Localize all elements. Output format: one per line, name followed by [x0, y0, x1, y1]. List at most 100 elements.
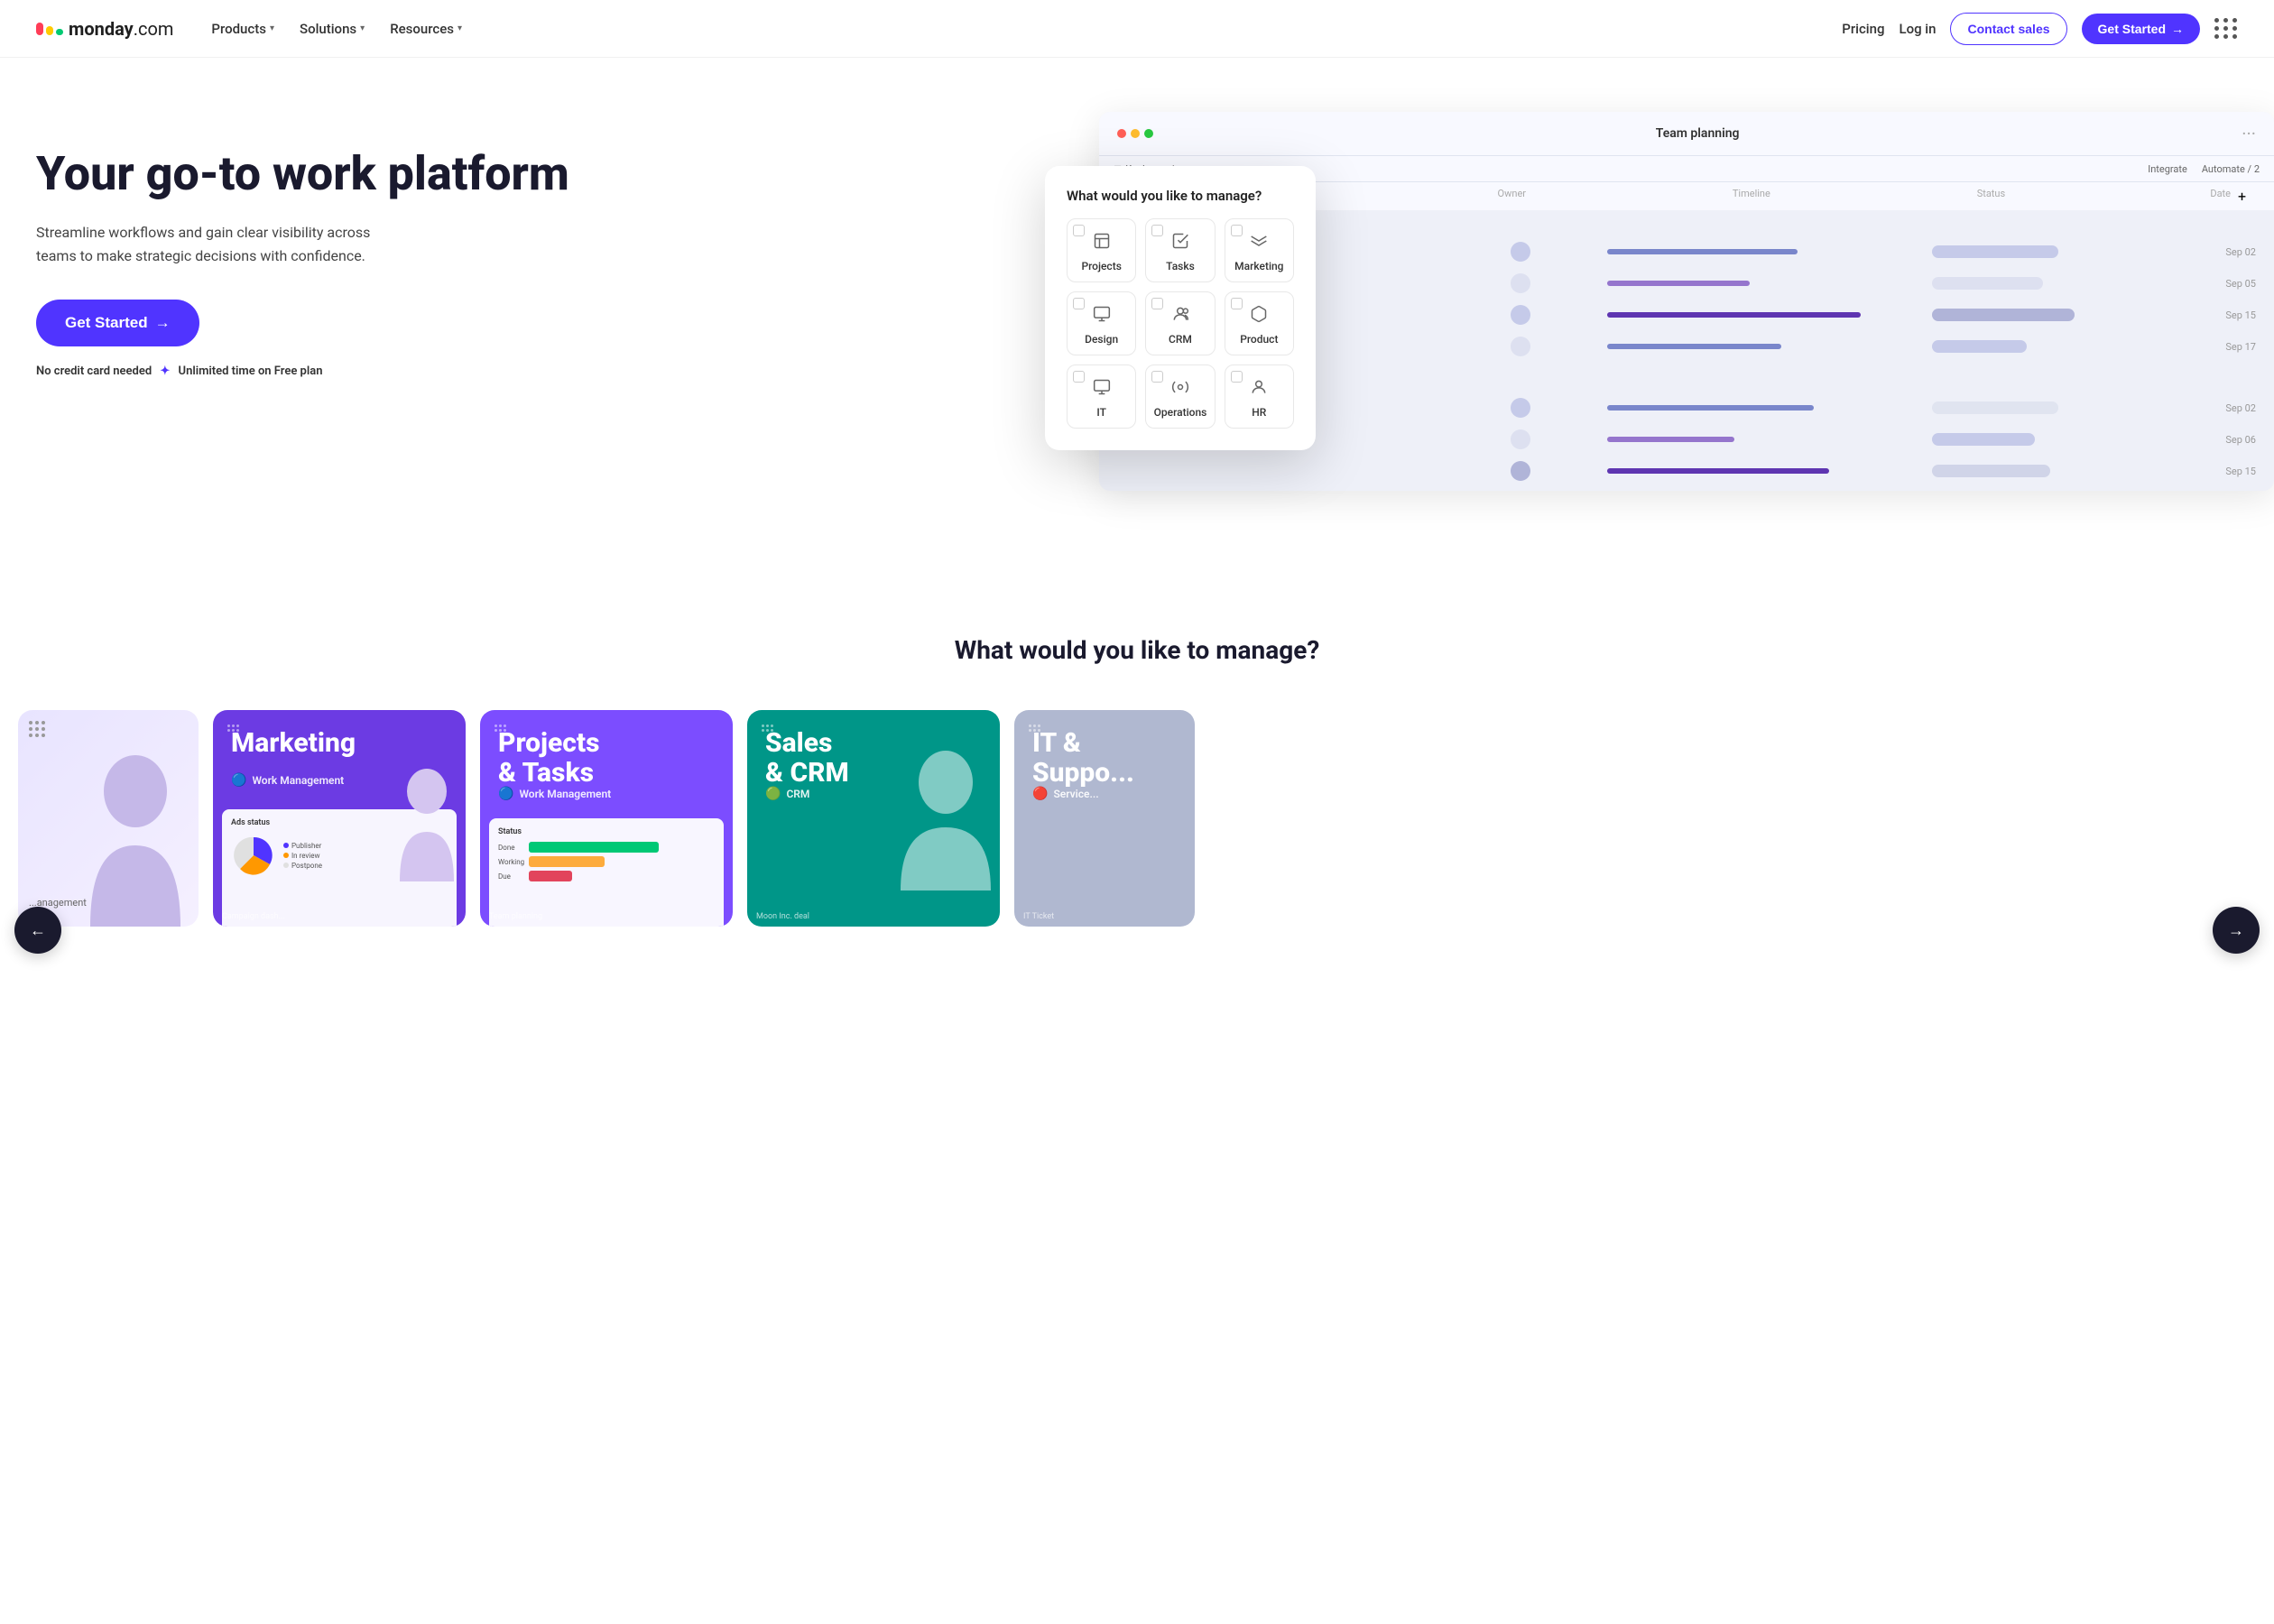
col-add[interactable]: +: [2238, 188, 2256, 205]
nav-item-resources[interactable]: Resources ▾: [381, 15, 471, 42]
maximize-dot: [1144, 129, 1153, 138]
status-pill: [1932, 277, 2043, 290]
modal-item-hr[interactable]: HR: [1225, 364, 1294, 429]
modal-item-product[interactable]: Product: [1225, 291, 1294, 355]
timeline-bar: [1607, 468, 1829, 474]
board-window-dots: [1117, 129, 1153, 138]
avatar: [1511, 273, 1530, 293]
row-status: [1932, 340, 2091, 353]
status-pill: [1932, 465, 2051, 477]
board-actions: Integrate Automate / 2: [2148, 163, 2260, 175]
pricing-link[interactable]: Pricing: [1842, 21, 1884, 37]
get-started-hero-button[interactable]: Get Started →: [36, 300, 199, 346]
contact-sales-button[interactable]: Contact sales: [1950, 13, 2066, 45]
checkbox-icon: [1151, 298, 1163, 309]
timeline-bar: [1607, 437, 1734, 442]
modal-item-operations[interactable]: Operations: [1145, 364, 1215, 429]
sales-card-subtitle: 🟢 CRM: [765, 787, 809, 801]
grid-dot: [2214, 18, 2219, 23]
row-date: Sep 15: [2097, 309, 2256, 321]
apps-grid-icon[interactable]: [2214, 18, 2238, 39]
modal-item-projects[interactable]: Projects: [1067, 218, 1136, 282]
minimize-dot: [1131, 129, 1140, 138]
tasks-label: Tasks: [1166, 260, 1195, 272]
right-arrow-icon: →: [2228, 921, 2244, 940]
automate-action[interactable]: Automate / 2: [2202, 163, 2260, 175]
screenshot-title: Status: [498, 827, 715, 836]
login-link[interactable]: Log in: [1899, 21, 1936, 37]
avatar: [1511, 305, 1530, 325]
card-projects[interactable]: Projects& Tasks 🔵 Work Management Status…: [480, 710, 733, 927]
status-label: Due: [498, 872, 525, 881]
status-bar: [529, 871, 572, 881]
status-pill: [1932, 401, 2059, 414]
modal-item-crm[interactable]: CRM: [1145, 291, 1215, 355]
sales-card-title: Sales& CRM: [765, 728, 849, 788]
row-status: [1932, 277, 2091, 290]
integrate-action[interactable]: Integrate: [2148, 163, 2187, 175]
row-timeline: [1607, 437, 1924, 442]
it-card-subtitle: 🔴 Service...: [1032, 787, 1099, 801]
modal-item-it[interactable]: IT: [1067, 364, 1136, 429]
card-person[interactable]: ...anagement: [18, 710, 199, 927]
checkbox-icon: [1151, 225, 1163, 236]
projects-icon: [1093, 232, 1111, 254]
timeline-bar: [1607, 281, 1750, 286]
marketing-card-title: Marketing: [231, 728, 356, 758]
row-date: Sep 02: [2097, 246, 2256, 258]
logo[interactable]: monday.com: [36, 18, 173, 40]
work-mgmt-icon: 🔵: [231, 773, 246, 788]
avatar: [1511, 429, 1530, 449]
projects-card-subtitle: 🔵 Work Management: [498, 787, 611, 801]
card-sales[interactable]: Sales& CRM 🟢 CRM Moon Inc. deal: [747, 710, 1000, 927]
row-owner: [1441, 461, 1600, 481]
grid-dot: [2232, 34, 2237, 39]
avatar: [1511, 461, 1530, 481]
avatar: [1511, 337, 1530, 356]
carousel-left-button[interactable]: ←: [14, 907, 61, 954]
modal-item-marketing[interactable]: Marketing: [1225, 218, 1294, 282]
product-label: Product: [1240, 333, 1278, 346]
col-header-timeline: Timeline: [1596, 188, 1906, 205]
row-owner: [1441, 305, 1600, 325]
card-marketing[interactable]: Marketing 🔵 Work Management Ads status: [213, 710, 466, 927]
grid-dot: [2214, 26, 2219, 31]
grid-dot: [2214, 34, 2219, 39]
board-menu-dots[interactable]: ···: [2242, 123, 2256, 144]
marketing-icon: [1250, 232, 1268, 254]
service-label-card: Service...: [1053, 788, 1098, 800]
status-label: Working: [498, 858, 525, 866]
modal-item-design[interactable]: Design: [1067, 291, 1136, 355]
manage-modal: What would you like to manage? Projects: [1045, 166, 1316, 450]
logo-dot-yellow: [46, 26, 53, 35]
card-it[interactable]: IT &Suppo... 🔴 Service... IT Ticket: [1014, 710, 1195, 927]
modal-item-tasks[interactable]: Tasks: [1145, 218, 1215, 282]
hero-subtitle: Streamline workflows and gain clear visi…: [36, 221, 397, 267]
work-mgmt-label-2: Work Management: [519, 788, 611, 800]
it-card-title: IT &Suppo...: [1032, 728, 1134, 788]
checkbox-icon: [1073, 371, 1085, 383]
row-date: Sep 15: [2097, 466, 2256, 477]
checkbox-icon: [1231, 225, 1243, 236]
person-silhouette: [72, 746, 199, 927]
work-mgmt-label: Work Management: [252, 774, 344, 787]
person-photo: [395, 764, 458, 881]
get-started-nav-button[interactable]: Get Started →: [2082, 14, 2200, 44]
work-mgmt-icon-2: 🔵: [498, 787, 513, 801]
board-header: Team planning ···: [1099, 112, 2274, 156]
grid-dot: [2232, 26, 2237, 31]
marketing-card-subtitle: 🔵 Work Management: [231, 773, 344, 788]
nav-item-solutions[interactable]: Solutions ▾: [291, 15, 374, 42]
operations-label: Operations: [1154, 406, 1207, 419]
design-icon: [1093, 305, 1111, 328]
row-status: [1932, 401, 2091, 414]
nav-right: Pricing Log in Contact sales Get Started…: [1842, 13, 2238, 45]
projects-label: Projects: [1081, 260, 1121, 272]
nav-item-products[interactable]: Products ▾: [202, 15, 283, 42]
hero-left: Your go-to work platform Streamline work…: [36, 112, 1027, 378]
left-arrow-icon: ←: [30, 921, 46, 940]
row-timeline: [1607, 344, 1924, 349]
checkbox-icon: [1073, 225, 1085, 236]
carousel-right-button[interactable]: →: [2213, 907, 2260, 954]
card-dash-label-3: Moon Inc. deal: [756, 912, 809, 927]
